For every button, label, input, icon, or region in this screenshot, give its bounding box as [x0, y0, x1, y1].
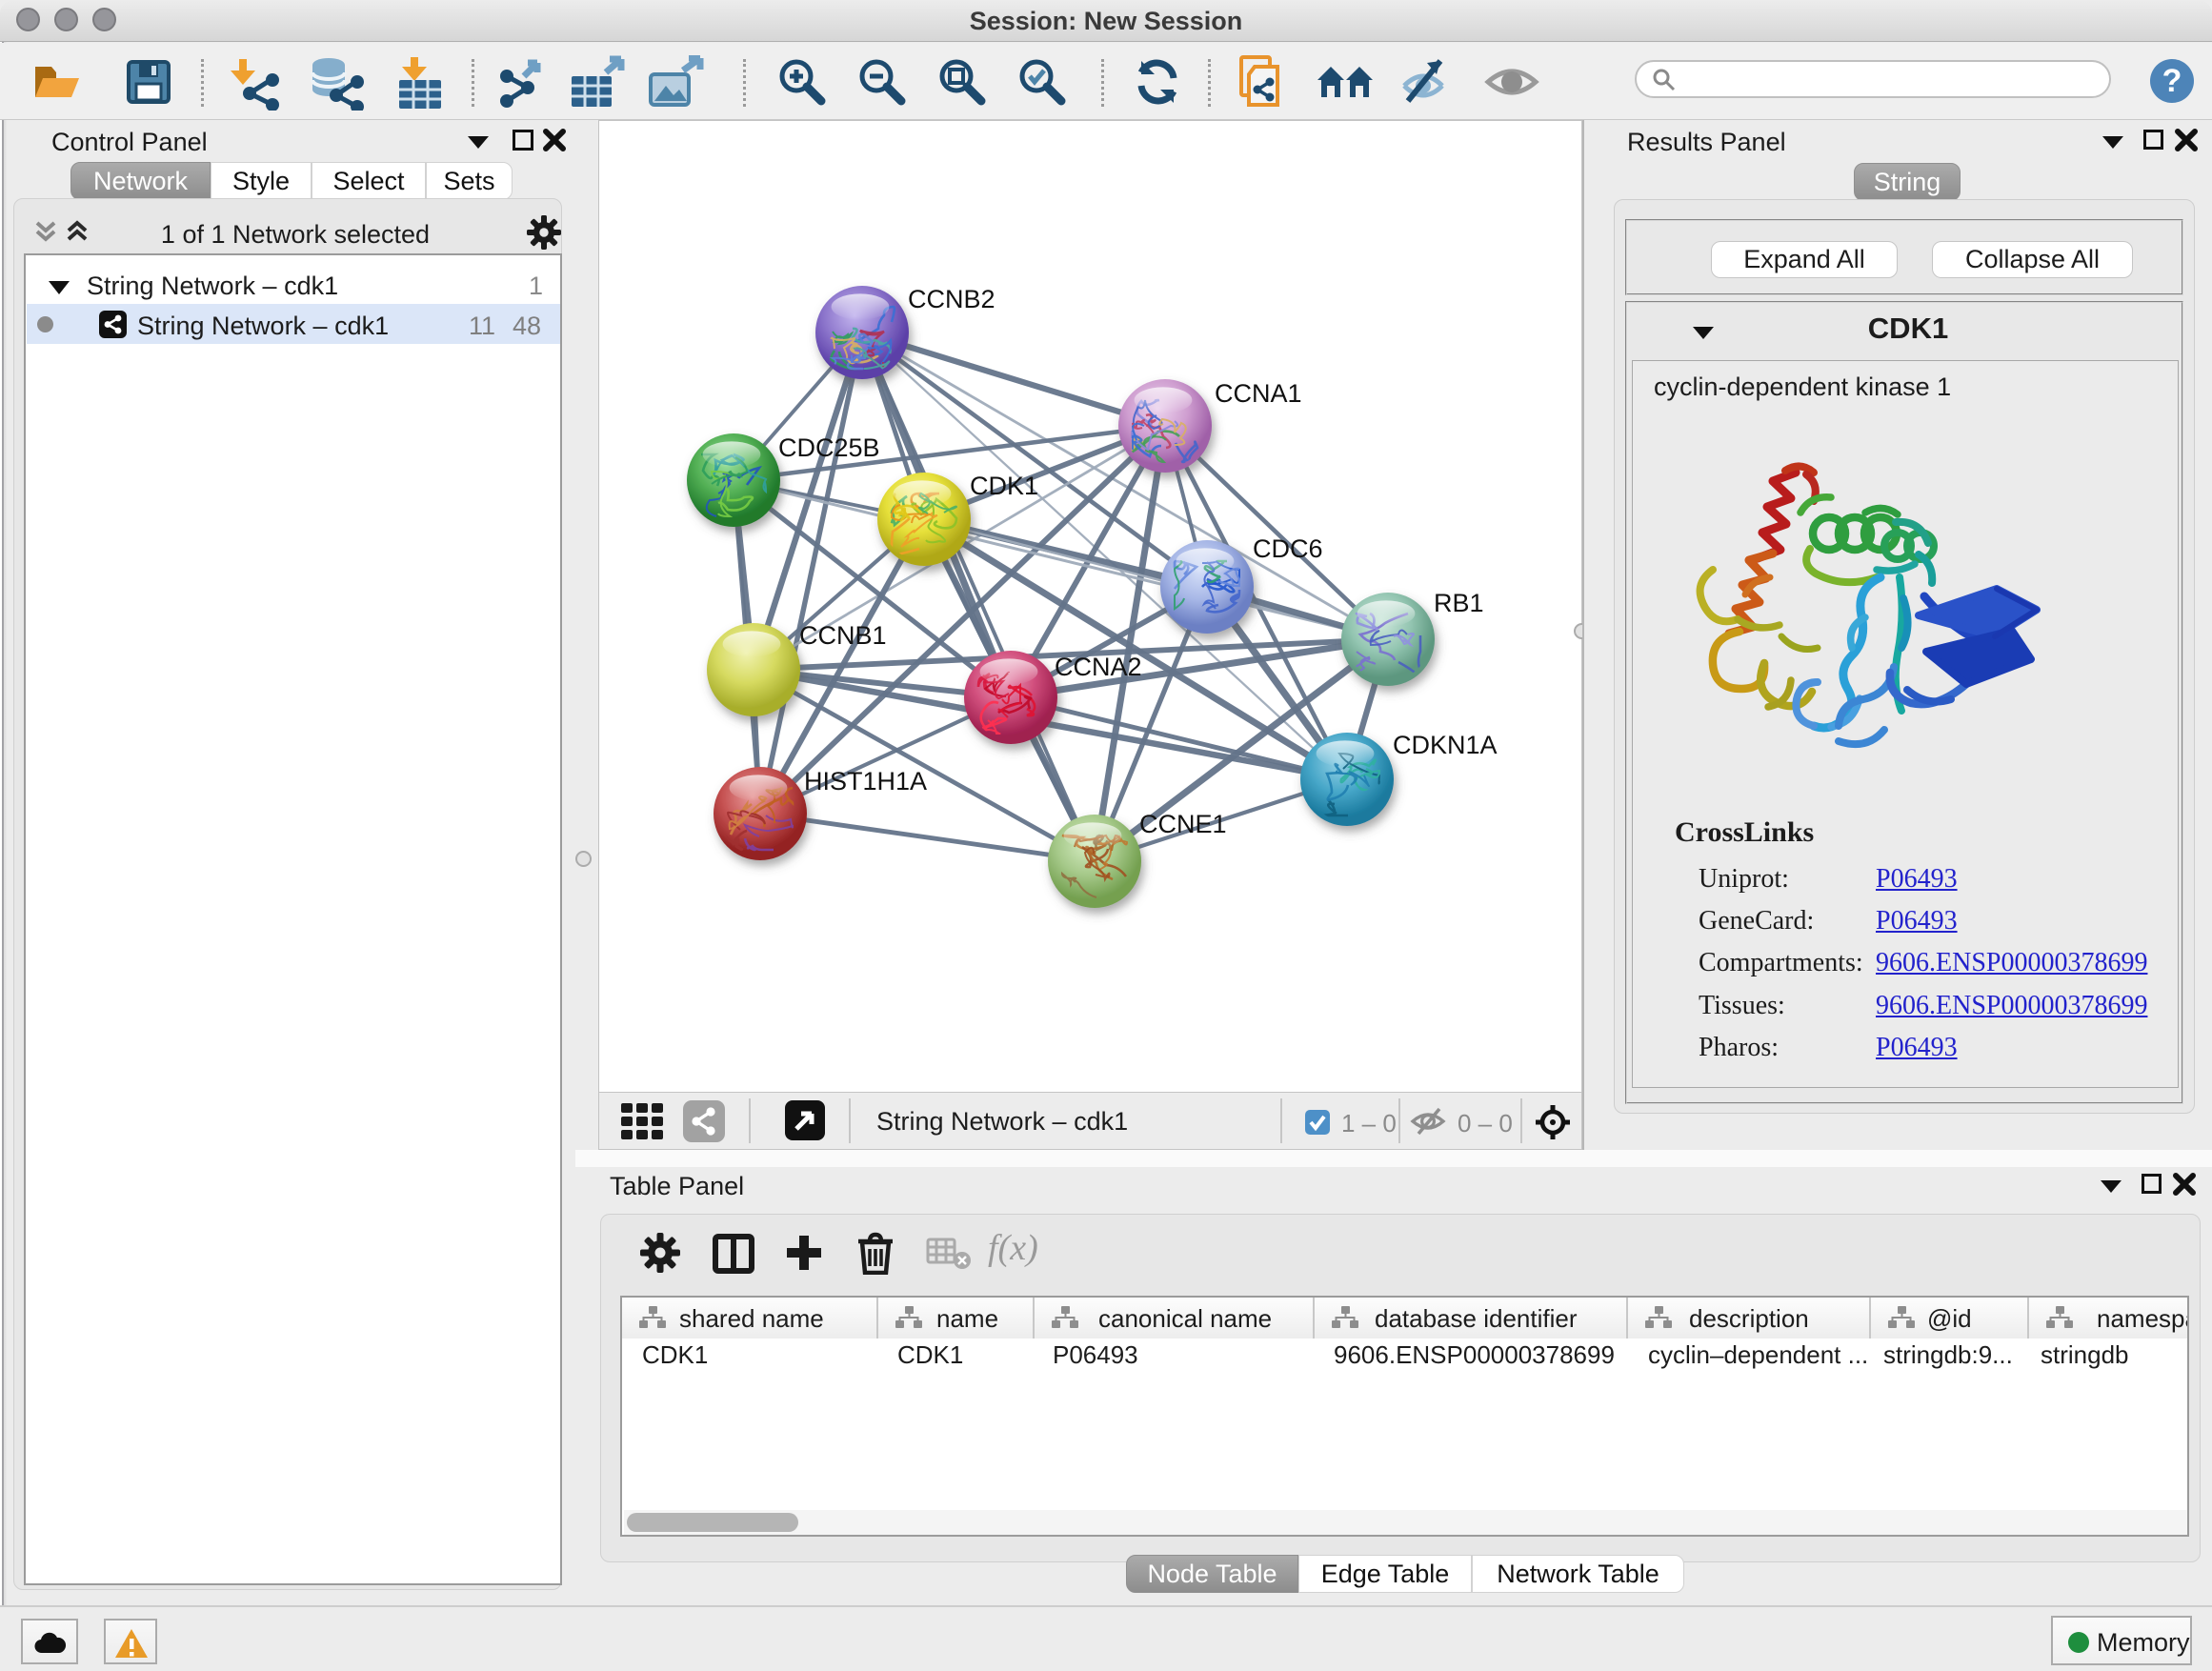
svg-text:CDC6: CDC6	[1253, 534, 1323, 563]
svg-text:CDK1: CDK1	[970, 472, 1038, 500]
svg-text:CCNA1: CCNA1	[1215, 379, 1302, 408]
svg-text:CCNA2: CCNA2	[1055, 653, 1142, 681]
svg-text:CDKN1A: CDKN1A	[1393, 731, 1498, 759]
svg-text:CCNE1: CCNE1	[1139, 810, 1227, 838]
svg-text:CDC25B: CDC25B	[778, 433, 880, 462]
svg-text:CCNB1: CCNB1	[799, 621, 887, 650]
svg-text:HIST1H1A: HIST1H1A	[804, 767, 927, 795]
svg-text:CCNB2: CCNB2	[908, 285, 995, 313]
svg-text:?: ?	[2162, 63, 2182, 99]
svg-text:RB1: RB1	[1434, 589, 1484, 617]
